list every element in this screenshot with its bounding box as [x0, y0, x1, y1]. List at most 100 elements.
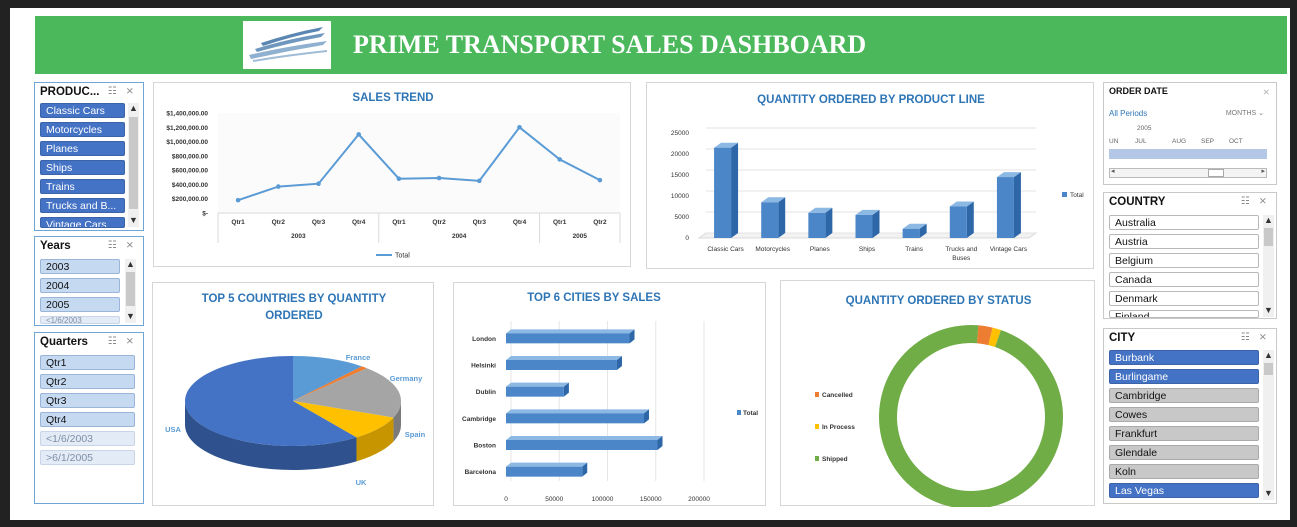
country-item[interactable]: Canada [1109, 272, 1259, 287]
pie-label: France [346, 353, 371, 362]
city-item[interactable]: Cambridge [1109, 388, 1259, 403]
legend-label: Total [743, 410, 758, 417]
bar [506, 360, 617, 370]
chevron-down-icon[interactable]: ▼ [128, 215, 139, 225]
city-item[interactable]: Frankfurt [1109, 426, 1259, 441]
year-item[interactable]: 2003 [40, 259, 120, 274]
city-item[interactable]: Las Vegas [1109, 483, 1259, 498]
top-cities-chart: 0 50000 100000 150000 200000 London Helsinki Du… [462, 321, 758, 503]
line-point [276, 184, 281, 189]
y-tick-label: Boston [474, 443, 496, 450]
company-logo [243, 21, 331, 69]
y-tick-label: $1,400,000.00 [166, 111, 208, 118]
bar [506, 333, 630, 344]
city-item[interactable]: Cowes [1109, 407, 1259, 422]
line-point [517, 124, 522, 130]
status-chart: Cancelled In Process Shipped [815, 325, 1063, 507]
timeline-bar[interactable] [1109, 149, 1267, 159]
city-item[interactable]: Koln [1109, 464, 1259, 479]
city-slicer-title: CITY [1109, 332, 1136, 344]
country-item[interactable]: Belgium [1109, 253, 1259, 268]
quarter-item[interactable]: <1/6/2003 [40, 431, 135, 446]
chevron-down-icon[interactable]: ▼ [1263, 488, 1274, 498]
chevron-up-icon[interactable]: ▲ [1263, 350, 1274, 360]
header-banner: PRIME TRANSPORT SALES DASHBOARD [35, 16, 1287, 74]
chevron-up-icon[interactable]: ▲ [1263, 215, 1274, 225]
y-tick-label: $- [202, 211, 208, 218]
line-point [436, 175, 442, 181]
x-tick-label: Qtr3 [312, 219, 326, 226]
product-item[interactable]: Vintage Cars [40, 217, 125, 228]
legend-label: Cancelled [822, 392, 853, 399]
scroll-thumb[interactable] [1264, 363, 1273, 375]
product-item[interactable]: Trucks and B... [40, 198, 125, 213]
status-panel: QUANTITY ORDERED BY STATUS Cancelled In P… [780, 280, 1095, 507]
sales-trend-chart: $1,400,000.00 $1,200,000.00 $1,000,000.00 $… [166, 111, 621, 260]
quarter-item[interactable]: Qtr2 [40, 374, 135, 389]
y-tick-label: Cambridge [462, 416, 496, 423]
bar-top [506, 329, 635, 334]
city-item[interactable]: Glendale [1109, 445, 1259, 460]
legend-swatch [815, 392, 819, 397]
country-item[interactable]: Austria [1109, 234, 1259, 249]
line-point [235, 197, 241, 203]
plot-area [218, 113, 620, 213]
x-group-label: 2003 [291, 233, 306, 240]
quarter-item[interactable]: Qtr3 [40, 393, 135, 408]
bar-side [966, 201, 974, 238]
scrollbar[interactable]: ▲ ▼ [128, 103, 139, 227]
chevron-up-icon[interactable]: ▲ [125, 259, 136, 269]
chevron-up-icon[interactable]: ▲ [128, 103, 139, 113]
scrollbar[interactable]: ▲ ▼ [1263, 215, 1274, 317]
years-slicer: Years ☷ ⨯ 2003 2004 2005 <1/6/2003 ▲ ▼ [34, 236, 144, 326]
timeline-month: UN [1109, 138, 1119, 145]
scroll-thumb[interactable] [126, 272, 135, 306]
product-item[interactable]: Ships [40, 160, 125, 175]
country-item[interactable]: Finland [1109, 310, 1259, 318]
quarter-item[interactable]: Qtr4 [40, 412, 135, 427]
city-slicer: CITY ☷ ⨯ Burbank Burlingame Cambridge Co… [1103, 328, 1277, 504]
quarters-slicer: Quarters ☷ ⨯ Qtr1 Qtr2 Qtr3 Qtr4 <1/6/20… [34, 332, 144, 504]
pie-label: UK [356, 478, 367, 487]
x-tick-label: Qtr1 [392, 219, 406, 226]
scroll-thumb[interactable] [129, 117, 138, 209]
timeline-month: AUG [1172, 138, 1187, 145]
y-tick-label: $600,000.00 [172, 168, 209, 175]
chevron-down-icon[interactable]: ▼ [1263, 305, 1274, 315]
x-tick-label: Qtr2 [593, 219, 607, 226]
product-item[interactable]: Trains [40, 179, 125, 194]
scroll-thumb[interactable] [1208, 169, 1224, 177]
country-item[interactable]: Denmark [1109, 291, 1259, 306]
product-item[interactable]: Planes [40, 141, 125, 156]
y-tick-label: 0 [685, 235, 689, 242]
sales-trend-panel: SALES TREND $1,400,000.00 $1,200,000.00 $1… [153, 82, 631, 267]
clear-filter-icon[interactable]: ⨯ [1262, 87, 1270, 98]
country-item[interactable]: Australia [1109, 215, 1259, 230]
city-item[interactable]: Burbank [1109, 350, 1259, 365]
quarter-item[interactable]: >6/1/2005 [40, 450, 135, 465]
year-item[interactable]: 2005 [40, 297, 120, 312]
period-unit-dropdown[interactable]: MONTHS ⌄ [1226, 109, 1264, 117]
chevron-down-icon[interactable]: ▼ [125, 311, 136, 321]
scroll-right-icon[interactable]: ▸ [1261, 167, 1265, 175]
slicer-filter-icons: ☷ ⨯ [1240, 196, 1270, 207]
scrollbar[interactable]: ▲ ▼ [125, 259, 136, 323]
quarter-item[interactable]: Qtr1 [40, 355, 135, 370]
scroll-thumb[interactable] [1264, 228, 1273, 246]
bar [506, 386, 564, 397]
scrollbar[interactable]: ▲ ▼ [1263, 350, 1274, 500]
period-unit-label: MONTHS [1225, 110, 1257, 117]
product-item[interactable]: Motorcycles [40, 122, 125, 137]
order-date-title: ORDER DATE [1109, 86, 1168, 96]
year-item[interactable]: 2004 [40, 278, 120, 293]
year-item[interactable]: <1/6/2003 [40, 316, 120, 324]
x-tick-label: Qtr2 [432, 219, 446, 226]
bar [902, 228, 920, 238]
y-tick-label: Helsinki [471, 363, 496, 370]
top-cities-panel: TOP 6 CITIES BY SALES 0 50000 100000 150000… [453, 282, 766, 506]
bar-top [506, 356, 622, 360]
scroll-left-icon[interactable]: ◂ [1111, 167, 1115, 175]
timeline-scrollbar[interactable]: ◂ ▸ [1109, 168, 1267, 178]
city-item[interactable]: Burlingame [1109, 369, 1259, 384]
product-item[interactable]: Classic Cars [40, 103, 125, 118]
